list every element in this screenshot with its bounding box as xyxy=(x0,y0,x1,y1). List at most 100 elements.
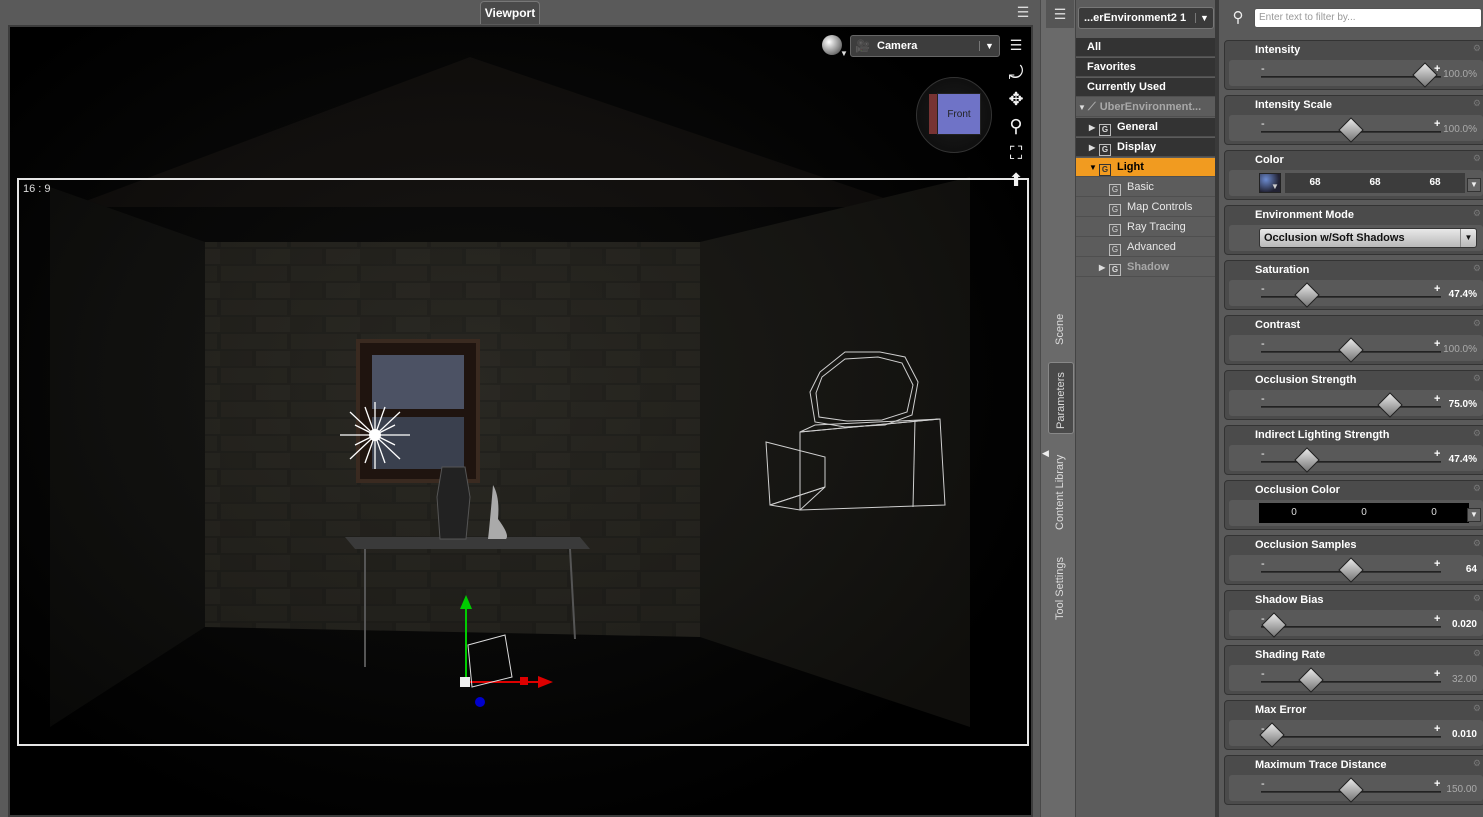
slider-value[interactable]: 150.00 xyxy=(1446,784,1477,795)
pan-icon[interactable]: ✥ xyxy=(1004,87,1028,111)
tree-item-favorites[interactable]: Favorites xyxy=(1076,58,1216,77)
slider-thumb[interactable] xyxy=(1297,667,1324,693)
collapse-left-icon[interactable]: ◀ xyxy=(1042,448,1049,459)
slider-track[interactable] xyxy=(1261,626,1441,628)
increment-icon[interactable]: + xyxy=(1434,283,1440,295)
gear-icon[interactable]: ⚙ xyxy=(1473,208,1481,219)
expand-icon[interactable]: ▶ xyxy=(1089,118,1099,136)
increment-icon[interactable]: + xyxy=(1434,393,1440,405)
tree-item-advanced[interactable]: G Advanced xyxy=(1076,238,1216,257)
gear-icon[interactable]: ⚙ xyxy=(1473,538,1481,549)
tab-parameters[interactable]: Parameters xyxy=(1048,362,1074,434)
gear-icon[interactable]: ⚙ xyxy=(1473,263,1481,274)
slider-track[interactable] xyxy=(1261,406,1441,408)
viewport-tab[interactable]: Viewport xyxy=(480,1,540,24)
slider-value[interactable]: 100.0% xyxy=(1443,344,1477,355)
tree-item-all[interactable]: All xyxy=(1076,38,1216,57)
color-r-field[interactable]: 68 xyxy=(1285,173,1345,193)
slider-thumb[interactable] xyxy=(1294,447,1320,473)
decrement-icon[interactable]: - xyxy=(1261,778,1265,790)
color-r-field[interactable]: 0 xyxy=(1259,503,1329,523)
decrement-icon[interactable]: - xyxy=(1261,338,1265,350)
gear-icon[interactable]: ⚙ xyxy=(1473,98,1481,109)
increment-icon[interactable]: + xyxy=(1434,613,1440,625)
viewport-canvas[interactable]: 16 : 9 ▼ 🎥 Camera ▼ ☰ ⤾ ✥ ⚲ ⛶ ⬆ Front xyxy=(8,25,1033,817)
increment-icon[interactable]: + xyxy=(1434,118,1440,130)
decrement-icon[interactable]: - xyxy=(1261,668,1265,680)
gear-icon[interactable]: ⚙ xyxy=(1473,153,1481,164)
tree-item-currently-used[interactable]: Currently Used xyxy=(1076,78,1216,97)
gear-icon[interactable]: ⚙ xyxy=(1473,758,1481,769)
tree-item-ray-tracing[interactable]: G Ray Tracing xyxy=(1076,218,1216,237)
tab-tool-settings[interactable]: Tool Settings xyxy=(1048,557,1074,700)
tree-item-display[interactable]: ▶ G Display xyxy=(1076,138,1216,157)
slider-value[interactable]: 100.0% xyxy=(1443,69,1477,80)
gear-icon[interactable]: ⚙ xyxy=(1473,593,1481,604)
gear-icon[interactable]: ⚙ xyxy=(1473,318,1481,329)
node-select[interactable]: ...erEnvironment2 1 ▼ xyxy=(1078,7,1214,29)
viewport-options-icon[interactable]: ☰ xyxy=(1006,37,1026,55)
increment-icon[interactable]: + xyxy=(1434,558,1440,570)
slider-value[interactable]: 64 xyxy=(1466,564,1477,575)
slider-thumb[interactable] xyxy=(1338,777,1364,803)
decrement-icon[interactable]: - xyxy=(1261,118,1265,130)
view-cube[interactable]: Front xyxy=(916,77,992,153)
aim-icon[interactable]: ⬆ xyxy=(1004,168,1028,192)
decrement-icon[interactable]: - xyxy=(1261,558,1265,570)
slider-thumb[interactable] xyxy=(1338,117,1364,143)
collapse-icon[interactable]: ▼ xyxy=(1089,158,1099,176)
search-icon[interactable]: ⚲ xyxy=(1227,8,1249,30)
frame-icon[interactable]: ⛶ xyxy=(1004,141,1028,165)
gear-icon[interactable]: ⚙ xyxy=(1473,428,1481,439)
tree-item-shadow[interactable]: ▶ G Shadow xyxy=(1076,258,1216,277)
gear-icon[interactable]: ⚙ xyxy=(1473,373,1481,384)
increment-icon[interactable]: + xyxy=(1434,338,1440,350)
chevron-down-icon[interactable]: ▼ xyxy=(1467,508,1481,522)
slider-value[interactable]: 47.4% xyxy=(1449,289,1477,300)
color-g-field[interactable]: 0 xyxy=(1329,503,1399,523)
tree-item-uberenvironment[interactable]: ▼ ⟋ UberEnvironment... xyxy=(1076,98,1216,117)
gear-icon[interactable]: ⚙ xyxy=(1473,483,1481,494)
color-b-field[interactable]: 0 xyxy=(1399,503,1469,523)
color-b-field[interactable]: 68 xyxy=(1405,173,1465,193)
slider-value[interactable]: 75.0% xyxy=(1449,399,1477,410)
increment-icon[interactable]: + xyxy=(1434,778,1440,790)
slider-thumb[interactable] xyxy=(1338,557,1364,583)
render-style-icon[interactable] xyxy=(822,35,842,55)
slider-thumb[interactable] xyxy=(1294,282,1320,308)
slider-thumb[interactable] xyxy=(1376,392,1403,418)
expand-icon[interactable]: ▼ xyxy=(1078,98,1088,116)
gear-icon[interactable]: ⚙ xyxy=(1473,703,1481,714)
decrement-icon[interactable]: - xyxy=(1261,63,1265,75)
viewport-menu-icon[interactable]: ☰ xyxy=(1012,2,1034,22)
slider-track[interactable] xyxy=(1261,736,1441,738)
environment-mode-select[interactable]: Occlusion w/Soft Shadows ▼ xyxy=(1259,228,1477,248)
decrement-icon[interactable]: - xyxy=(1261,283,1265,295)
increment-icon[interactable]: + xyxy=(1434,723,1440,735)
gear-icon[interactable]: ⚙ xyxy=(1473,43,1481,54)
chevron-down-icon[interactable]: ▼ xyxy=(1271,182,1279,191)
slider-value[interactable]: 0.010 xyxy=(1452,729,1477,740)
tree-item-basic[interactable]: G Basic xyxy=(1076,178,1216,197)
expand-icon[interactable]: ▶ xyxy=(1089,138,1099,156)
slider-track[interactable] xyxy=(1261,461,1441,463)
chevron-down-icon[interactable]: ▼ xyxy=(840,49,848,58)
view-cube-front-face[interactable]: Front xyxy=(937,93,981,135)
expand-icon[interactable]: ▶ xyxy=(1099,258,1109,276)
decrement-icon[interactable]: - xyxy=(1261,448,1265,460)
slider-track[interactable] xyxy=(1261,296,1441,298)
increment-icon[interactable]: + xyxy=(1434,668,1440,680)
tree-item-general[interactable]: ▶ G General xyxy=(1076,118,1216,137)
color-g-field[interactable]: 68 xyxy=(1345,173,1405,193)
slider-thumb[interactable] xyxy=(1338,337,1364,363)
slider-value[interactable]: 47.4% xyxy=(1449,454,1477,465)
decrement-icon[interactable]: - xyxy=(1261,393,1265,405)
zoom-icon[interactable]: ⚲ xyxy=(1004,114,1028,138)
gear-icon[interactable]: ⚙ xyxy=(1473,648,1481,659)
slider-value[interactable]: 0.020 xyxy=(1452,619,1477,630)
tree-item-light[interactable]: ▼ G Light xyxy=(1076,158,1216,177)
pane-menu-icon[interactable]: ☰ xyxy=(1046,0,1074,28)
filter-input[interactable]: Enter text to filter by... xyxy=(1254,8,1482,28)
camera-select[interactable]: 🎥 Camera ▼ xyxy=(850,35,1000,57)
slider-track[interactable] xyxy=(1261,681,1441,683)
